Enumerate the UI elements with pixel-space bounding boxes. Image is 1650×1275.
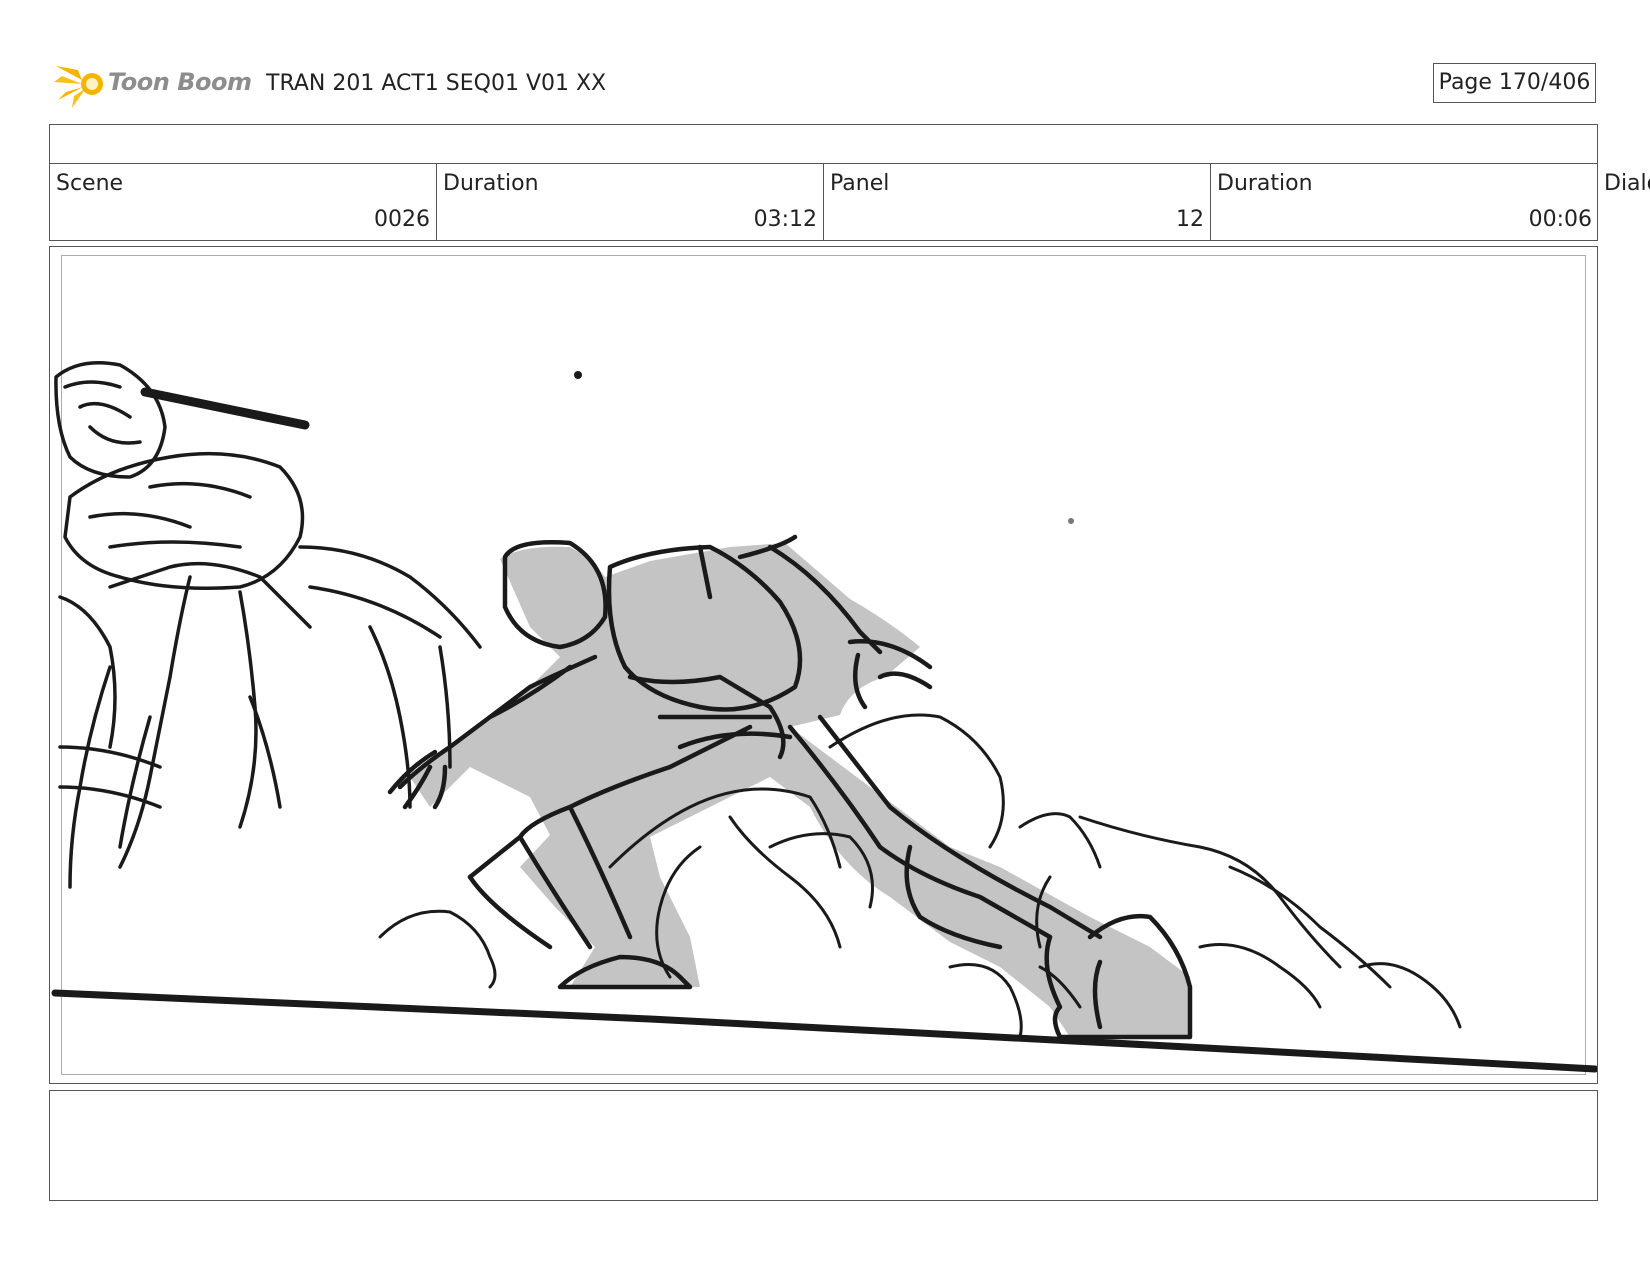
panel-duration-value: 00:06 xyxy=(1528,207,1592,232)
speck-1 xyxy=(574,371,582,379)
page-number: Page 170/406 xyxy=(1433,63,1596,103)
scene-value: 0026 xyxy=(374,207,430,232)
left-figure-lines xyxy=(54,361,482,889)
storyboard-panel xyxy=(49,246,1598,1084)
panel-label: Panel xyxy=(830,171,890,196)
scene-cell: Scene 0026 xyxy=(50,163,437,240)
storyboard-page: Toon Boom TRAN 201 ACT1 SEQ01 V01 XX Pag… xyxy=(0,0,1650,1275)
robot-shading xyxy=(410,543,1190,1037)
ground-line xyxy=(51,989,1597,1073)
dialog-label: Dialo xyxy=(1604,171,1650,196)
toon-boom-logo: Toon Boom xyxy=(52,56,252,112)
toon-boom-star-icon xyxy=(54,66,103,108)
panel-info-row: Scene 0026 Duration 03:12 Panel 12 Durat… xyxy=(49,163,1598,241)
scene-duration-value: 03:12 xyxy=(753,207,817,232)
document-title: TRAN 201 ACT1 SEQ01 V01 XX xyxy=(266,71,607,96)
panel-cell: Panel 12 xyxy=(824,163,1211,240)
panel-duration-label: Duration xyxy=(1217,171,1313,196)
panel-duration-cell: Duration 00:06 xyxy=(1211,163,1598,240)
brand-name: Toon Boom xyxy=(108,68,252,96)
speck-2 xyxy=(1068,518,1074,524)
header-bar xyxy=(49,124,1598,164)
notes-box xyxy=(49,1090,1598,1201)
panel-sketch xyxy=(51,361,1597,1073)
scene-label: Scene xyxy=(56,171,124,196)
scene-duration-cell: Duration 03:12 xyxy=(437,163,824,240)
scene-duration-label: Duration xyxy=(443,171,539,196)
panel-value: 12 xyxy=(1176,207,1204,232)
